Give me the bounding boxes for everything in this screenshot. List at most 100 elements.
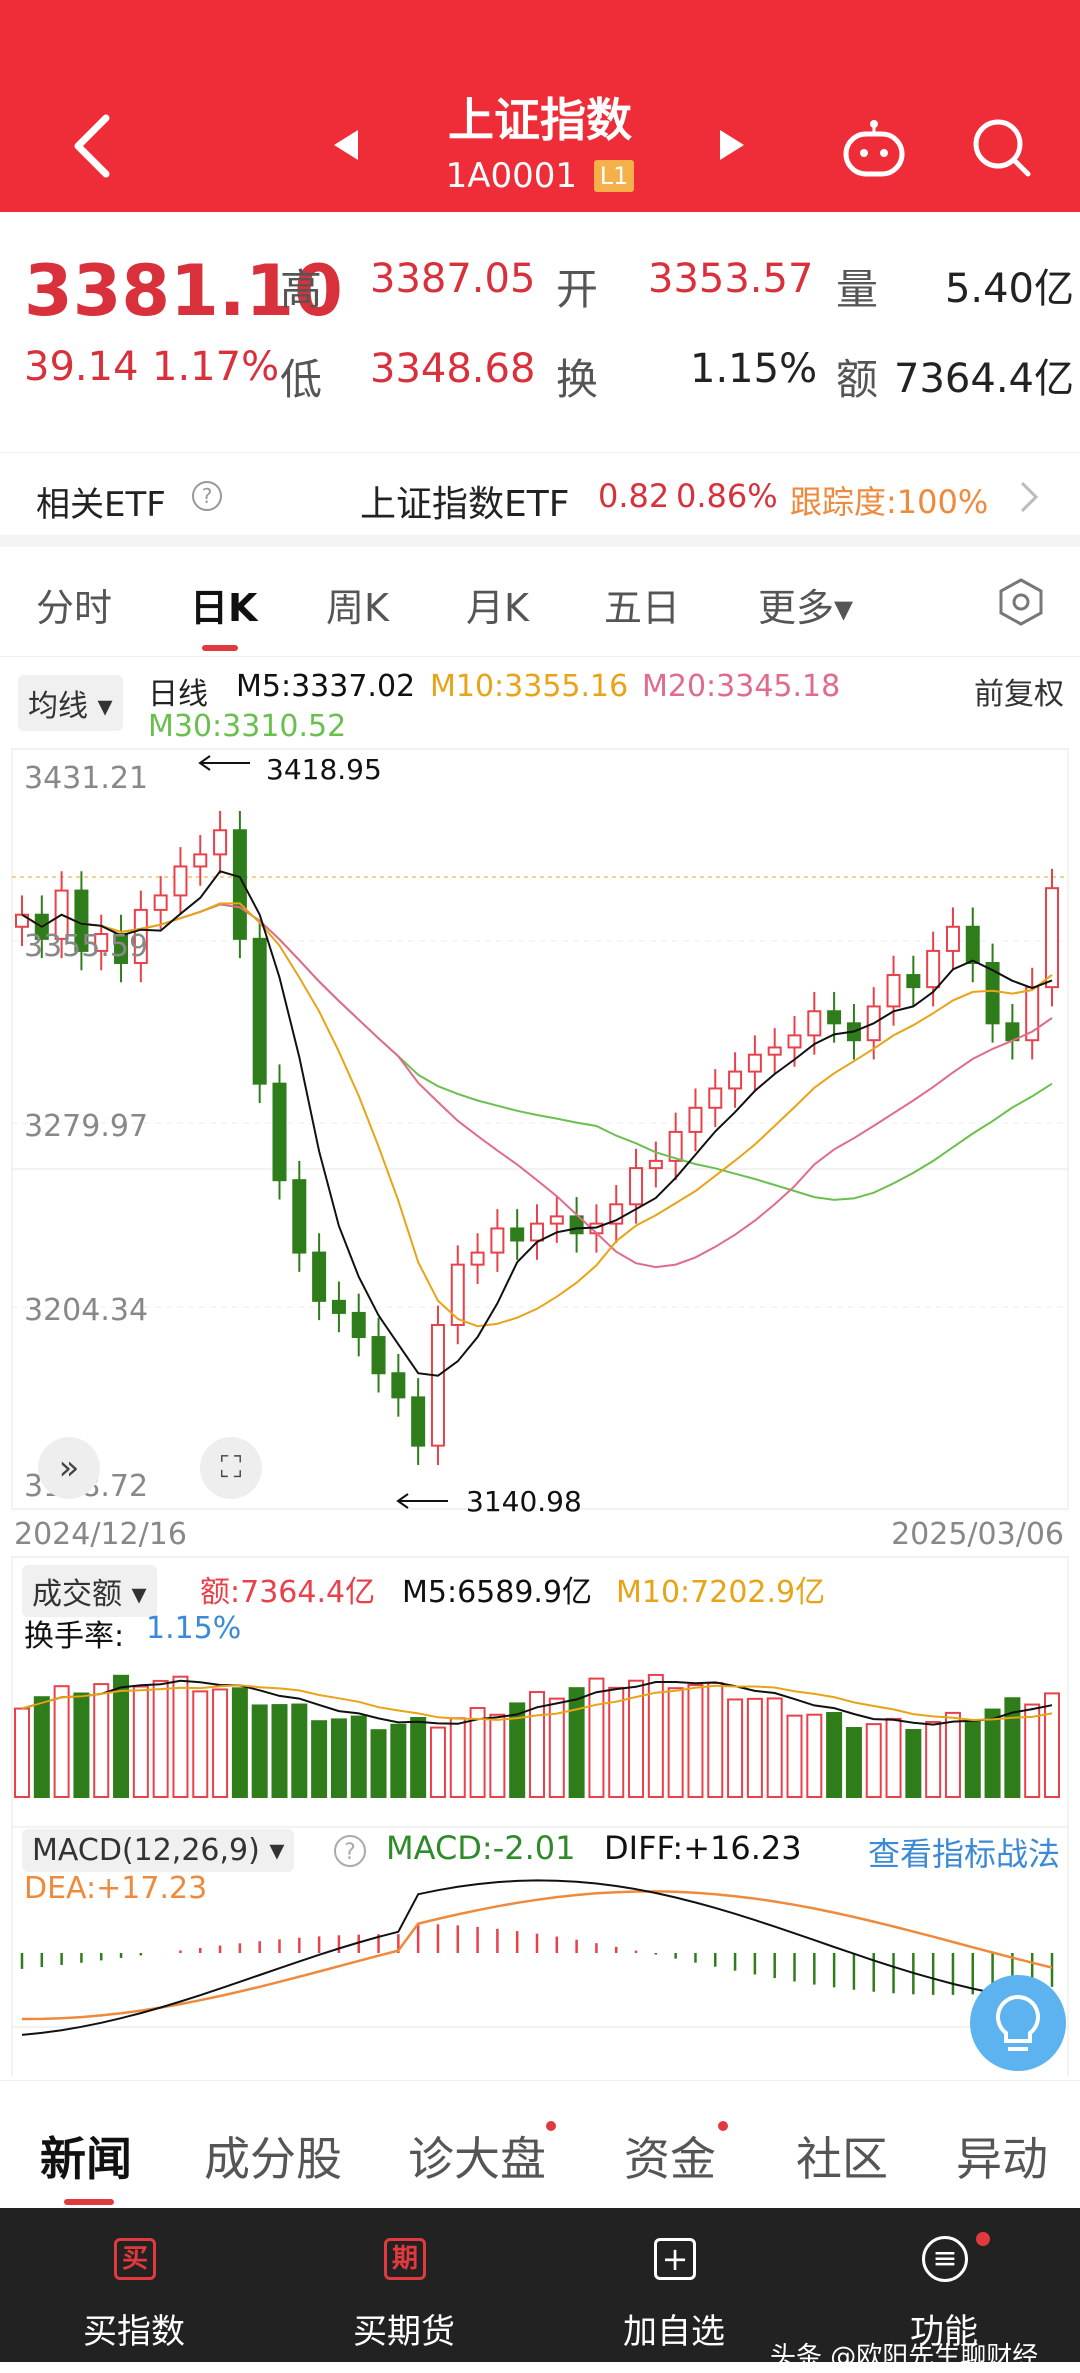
turnover-label: 换	[556, 355, 599, 404]
volume-value: 5.40亿	[944, 266, 1074, 312]
open-label: 开	[556, 265, 599, 314]
level-badge: L1	[593, 160, 635, 192]
etf-tracking: 跟踪度:100%	[790, 483, 989, 521]
macd-selector[interactable]: MACD(12,26,9) ▾	[22, 1829, 295, 1872]
adjust-mode[interactable]: 前复权	[974, 669, 1064, 713]
related-etf-row[interactable]: 相关ETF ? 上证指数ETF 0.82 0.86% 跟踪度:100%	[0, 452, 1080, 547]
expand-icon[interactable]: »	[38, 1437, 100, 1499]
candle-body	[153, 894, 168, 911]
macd-strategy-link[interactable]: 查看指标战法	[868, 1829, 1060, 1875]
buy-index-button[interactable]: 买 买指数	[34, 2208, 234, 2362]
volume-bar	[350, 1715, 367, 1799]
lightbulb-icon[interactable]	[970, 1975, 1066, 2071]
volume-bar	[132, 1685, 149, 1798]
tab-daily-k[interactable]: 日K	[190, 577, 257, 632]
candle-body	[530, 1222, 544, 1242]
candle-body	[767, 1046, 782, 1056]
ma-selector[interactable]: 均线 ▾	[18, 675, 123, 731]
candle-body	[827, 1010, 842, 1025]
open-value: 3353.57	[648, 256, 814, 302]
next-triangle-icon[interactable]	[718, 128, 746, 162]
volume-bar	[925, 1721, 942, 1798]
question-icon[interactable]: ?	[190, 479, 224, 513]
volume-bar	[251, 1704, 268, 1799]
candle-body	[331, 1299, 346, 1314]
kline-frame	[11, 748, 1069, 1170]
volume-bar	[727, 1698, 744, 1799]
tab-diagnose[interactable]: 诊大盘	[408, 2123, 546, 2189]
volume-bar	[845, 1727, 862, 1799]
etf-name[interactable]: 上证指数ETF	[360, 475, 569, 527]
etf-pct: 0.86%	[676, 477, 778, 515]
chevron-right-icon[interactable]	[1018, 479, 1042, 515]
tab-fenshi[interactable]: 分时	[36, 577, 112, 632]
page-title: 上证指数	[448, 93, 632, 147]
volume-bar	[1044, 1692, 1060, 1799]
candle-body	[292, 1179, 307, 1254]
volume-bar	[311, 1720, 328, 1799]
date-start: 2024/12/16	[14, 1517, 187, 1552]
index-code-row: 1A0001 L1	[340, 156, 740, 196]
volume-bar	[33, 1696, 50, 1799]
ma30-value: M30:3310.52	[148, 709, 347, 744]
volume-bar	[212, 1688, 229, 1799]
volume-bar	[410, 1716, 427, 1798]
tab-news[interactable]: 新闻	[40, 2123, 132, 2189]
turnover-rate-value: 1.15%	[146, 1611, 242, 1646]
tab-weekly-k[interactable]: 周K	[326, 577, 389, 632]
candle-body	[708, 1087, 723, 1109]
search-icon[interactable]	[970, 116, 1034, 180]
ma10-value: M10:3355.16	[430, 669, 629, 704]
volume-bar	[885, 1717, 902, 1799]
candle-body	[549, 1215, 564, 1225]
volume-bar	[370, 1729, 387, 1798]
m30-line	[21, 903, 1053, 1201]
volume-bar	[330, 1718, 347, 1799]
volume-bar	[192, 1690, 209, 1798]
question-icon[interactable]: ?	[332, 1833, 368, 1869]
volume-bar	[865, 1723, 882, 1798]
buy-futures-label: 买期货	[353, 2312, 455, 2352]
tab-five-day[interactable]: 五日	[604, 577, 680, 632]
buy-index-label: 买指数	[83, 2312, 185, 2352]
tab-movement[interactable]: 异动	[956, 2123, 1048, 2189]
candle-body	[173, 865, 188, 897]
candle-body	[312, 1251, 327, 1302]
tab-more[interactable]: 更多▾	[758, 577, 853, 632]
price-change: 39.14	[24, 344, 139, 390]
candle-body	[945, 925, 960, 952]
active-tab-indicator	[202, 645, 238, 651]
buy-badge-icon: 买	[114, 2238, 156, 2280]
volume-m5: M5:6589.9亿	[402, 1575, 593, 1610]
dea-line	[21, 1890, 1053, 2021]
add-watchlist-button[interactable]: + 加自选	[574, 2208, 774, 2362]
volume-bar	[588, 1677, 605, 1798]
candle-body	[807, 1010, 822, 1037]
candle-body	[747, 1053, 762, 1073]
robot-icon[interactable]	[840, 118, 908, 178]
y-label-1: 3431.21	[24, 761, 149, 796]
volume-selector[interactable]: 成交额 ▾	[22, 1565, 157, 1617]
tab-monthly-k[interactable]: 月K	[466, 577, 529, 632]
buy-futures-button[interactable]: 期 买期货	[304, 2208, 504, 2362]
volume-bar	[766, 1697, 783, 1798]
ma5-value: M5:3337.02	[236, 669, 416, 704]
candle-body	[213, 829, 228, 856]
fullscreen-icon[interactable]: ⛶	[200, 1437, 262, 1499]
tab-community[interactable]: 社区	[796, 2123, 888, 2189]
volume-bar	[172, 1675, 189, 1798]
y-label-2: 3355.59	[24, 929, 149, 964]
bottom-action-bar: 买 买指数 期 买期货 + 加自选 ≡ 功能 头条 @欧阳先生聊财经	[0, 2208, 1080, 2372]
tab-constituents[interactable]: 成分股	[204, 2123, 342, 2189]
candle-body	[688, 1106, 703, 1133]
dea-value: DEA:+17.23	[24, 1871, 208, 1906]
hexagon-settings-icon[interactable]	[996, 577, 1046, 627]
tab-funds[interactable]: 资金	[624, 2123, 716, 2189]
candle-body	[252, 937, 267, 1085]
macd-value: MACD:-2.01	[386, 1829, 576, 1867]
candle-body	[371, 1336, 386, 1375]
amount-value: 7364.4亿	[894, 356, 1074, 402]
back-arrow-icon[interactable]	[70, 112, 114, 180]
volume-bar	[806, 1713, 823, 1799]
svg-text:?: ?	[344, 1840, 356, 1865]
